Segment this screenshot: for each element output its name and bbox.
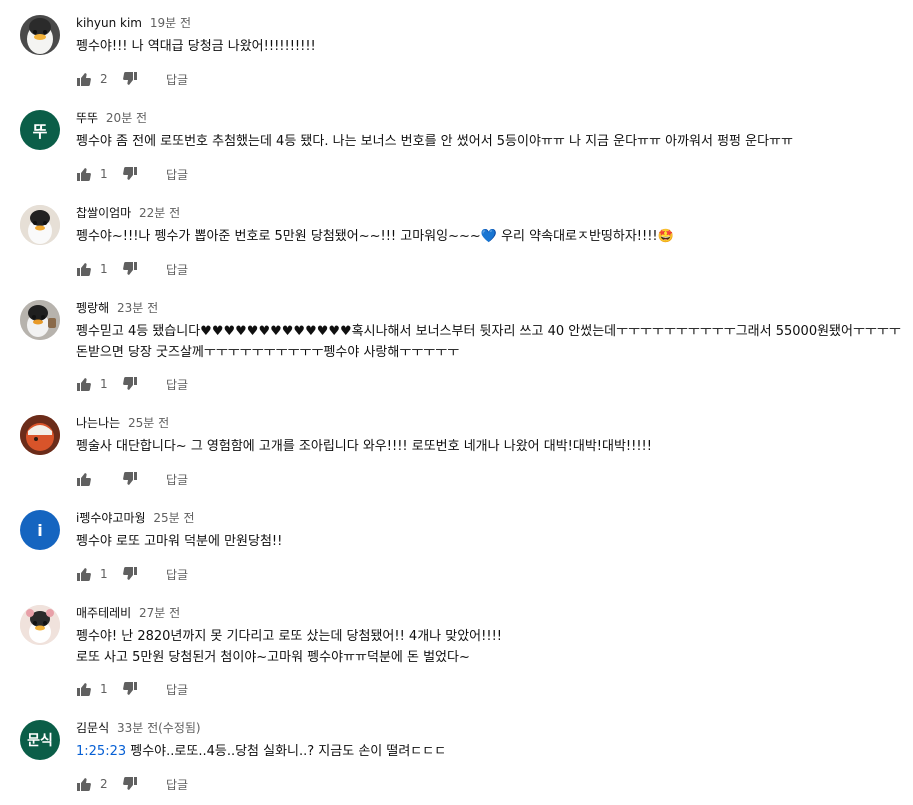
reply-button[interactable]: 답글: [166, 261, 188, 278]
comment-line: 펭수야 좀 전에 로또번호 추첨했는데 4등 됐다. 나는 보너스 번호를 안 …: [76, 134, 793, 149]
comment-actions: 1 답글: [76, 679, 188, 699]
comment-author[interactable]: 찹쌀이엄마: [76, 206, 131, 220]
thumbs-up-icon[interactable]: [76, 261, 92, 277]
comment-time[interactable]: 22분 전: [139, 206, 180, 220]
comment-text-part: 펭수야..로또..4등..당첨 실화니..? 지금도 손이 떨려ㄷㄷㄷ: [126, 744, 447, 759]
thumbs-up-icon[interactable]: [76, 776, 92, 792]
avatar[interactable]: 뚜: [20, 110, 60, 150]
star-struck-emoji-icon: 🤩: [657, 229, 674, 244]
comment-actions: 2 답글: [76, 69, 188, 89]
thumbs-down-icon[interactable]: [122, 776, 138, 792]
like-count: 1: [100, 167, 108, 181]
thumbs-down-icon[interactable]: [122, 376, 138, 392]
thumbs-up-icon[interactable]: [76, 471, 92, 487]
reply-button[interactable]: 답글: [166, 166, 188, 183]
comment-text: 펭수야~!!!나 펭수가 뽑아준 번호로 5만원 당첨됐어~~!!! 고마워잉~…: [76, 226, 674, 247]
like-count: 1: [100, 567, 108, 581]
like-count: 2: [100, 777, 108, 791]
avatar-letter: 뚜: [32, 122, 48, 141]
comment-author[interactable]: 김문식: [76, 721, 109, 735]
penguin-avatar-icon: [20, 15, 60, 55]
avatar[interactable]: i: [20, 510, 60, 550]
comment-text: 1:25:23 펭수야..로또..4등..당첨 실화니..? 지금도 손이 떨려…: [76, 741, 446, 762]
comment-time[interactable]: 33분 전(수정됨): [117, 721, 201, 735]
comment-time[interactable]: 27분 전: [139, 606, 180, 620]
comment-author[interactable]: 매주테레비: [76, 606, 131, 620]
thumbs-up-icon[interactable]: [76, 566, 92, 582]
comment-text: 펭수야 로또 고마워 덕분에 만원당첨!!: [76, 531, 282, 552]
avatar[interactable]: [20, 300, 60, 340]
comment-text: 펭수믿고 4등 됐습니다♥♥♥♥♥♥♥♥♥♥♥♥♥혹시나해서 보너스부터 뒷자리…: [76, 321, 901, 363]
comment-time[interactable]: 19분 전: [150, 16, 191, 30]
comment-author[interactable]: 뚜뚜: [76, 111, 98, 125]
thumbs-down-icon[interactable]: [122, 166, 138, 182]
comment-time[interactable]: 23분 전: [117, 301, 158, 315]
avatar[interactable]: [20, 205, 60, 245]
avatar[interactable]: [20, 15, 60, 55]
thumbs-down-icon[interactable]: [122, 566, 138, 582]
comment-actions: 1 답글: [76, 564, 188, 584]
comment-text: 펭수야 좀 전에 로또번호 추첨했는데 4등 됐다. 나는 보너스 번호를 안 …: [76, 131, 793, 152]
like-count: 1: [100, 682, 108, 696]
penguin-avatar-icon: [20, 300, 60, 340]
comment-time[interactable]: 25분 전: [153, 511, 194, 525]
reply-button[interactable]: 답글: [166, 71, 188, 88]
comment-line: 펭술사 대단합니다~ 그 영험함에 고개를 조아립니다 와우!!!! 로또번호 …: [76, 439, 652, 454]
penguin-avatar-icon: [20, 605, 60, 645]
comment-actions: 2 답글: [76, 774, 188, 794]
video-timestamp-link[interactable]: 1:25:23: [76, 744, 126, 759]
reply-button[interactable]: 답글: [166, 776, 188, 793]
reply-button[interactable]: 답글: [166, 681, 188, 698]
reply-button[interactable]: 답글: [166, 376, 188, 393]
thumbs-up-icon[interactable]: [76, 376, 92, 392]
avatar-letter: i: [37, 520, 43, 540]
like-count: 2: [100, 72, 108, 86]
penguin-avatar-icon: [20, 205, 60, 245]
thumbs-down-icon[interactable]: [122, 71, 138, 87]
comment-time[interactable]: 20분 전: [106, 111, 147, 125]
comment-time[interactable]: 25분 전: [128, 416, 169, 430]
avatar[interactable]: [20, 415, 60, 455]
comment-text: 펭수야! 난 2820년까지 못 기다리고 로또 샀는데 당첨됐어!! 4개나 …: [76, 626, 502, 668]
comment-actions: 1 답글: [76, 164, 188, 184]
reply-button[interactable]: 답글: [166, 471, 188, 488]
thumbs-down-icon[interactable]: [122, 261, 138, 277]
comment-actions: 1 답글: [76, 259, 188, 279]
thumbs-up-icon[interactable]: [76, 71, 92, 87]
comment-actions: 답글: [76, 469, 188, 489]
comment-author[interactable]: kihyun kim: [76, 16, 142, 30]
comment-line: 로또 사고 5만원 당첨된거 첨이야~고마워 펭수야ㅠㅠ덕분에 돈 벌었다~: [76, 650, 470, 665]
avatar[interactable]: [20, 605, 60, 645]
comment-line: 돈받으면 당장 굿즈살께ㅜㅜㅜㅜㅜㅜㅜㅜㅜㅜ펭수야 사랑해ㅜㅜㅜㅜㅜ: [76, 345, 460, 360]
avatar[interactable]: 문식: [20, 720, 60, 760]
comment-text-part: 우리 약속대로ㅈ반띵하자!!!!: [496, 229, 658, 244]
comment-author[interactable]: 나는나는: [76, 416, 120, 430]
profile-photo-icon: [20, 415, 60, 455]
comment-text: 펭술사 대단합니다~ 그 영험함에 고개를 조아립니다 와우!!!! 로또번호 …: [76, 436, 652, 457]
like-count: 1: [100, 262, 108, 276]
blue-heart-icon: 💙: [480, 229, 497, 244]
comment-line: 펭수야 로또 고마워 덕분에 만원당첨!!: [76, 534, 283, 549]
comment-text-part: 펭수야~!!!나 펭수가 뽑아준 번호로 5만원 당첨됐어~~!!! 고마워잉~…: [76, 229, 481, 244]
like-count: 1: [100, 377, 108, 391]
thumbs-down-icon[interactable]: [122, 471, 138, 487]
thumbs-up-icon[interactable]: [76, 166, 92, 182]
thumbs-down-icon[interactable]: [122, 681, 138, 697]
comment-author[interactable]: 펭랑해: [76, 301, 109, 315]
avatar-letter: 문식: [27, 733, 53, 749]
thumbs-up-icon[interactable]: [76, 681, 92, 697]
comment-author[interactable]: i펭수야고마웡: [76, 511, 146, 525]
comment-text: 펭수야!!! 나 역대급 당청금 나왔어!!!!!!!!!!: [76, 36, 316, 57]
reply-button[interactable]: 답글: [166, 566, 188, 583]
comment-line: 펭수야~!!!나 펭수가 뽑아준 번호로 5만원 당첨됐어~~!!! 고마워잉~…: [76, 226, 674, 247]
comment-line: 펭수야!!! 나 역대급 당청금 나왔어!!!!!!!!!!: [76, 39, 316, 54]
comment-line: 펭수야! 난 2820년까지 못 기다리고 로또 샀는데 당첨됐어!! 4개나 …: [76, 629, 502, 644]
comment-actions: 1 답글: [76, 374, 188, 394]
comment-line: 펭수믿고 4등 됐습니다♥♥♥♥♥♥♥♥♥♥♥♥♥혹시나해서 보너스부터 뒷자리…: [76, 324, 901, 339]
comment-line: 1:25:23 펭수야..로또..4등..당첨 실화니..? 지금도 손이 떨려…: [76, 741, 446, 762]
